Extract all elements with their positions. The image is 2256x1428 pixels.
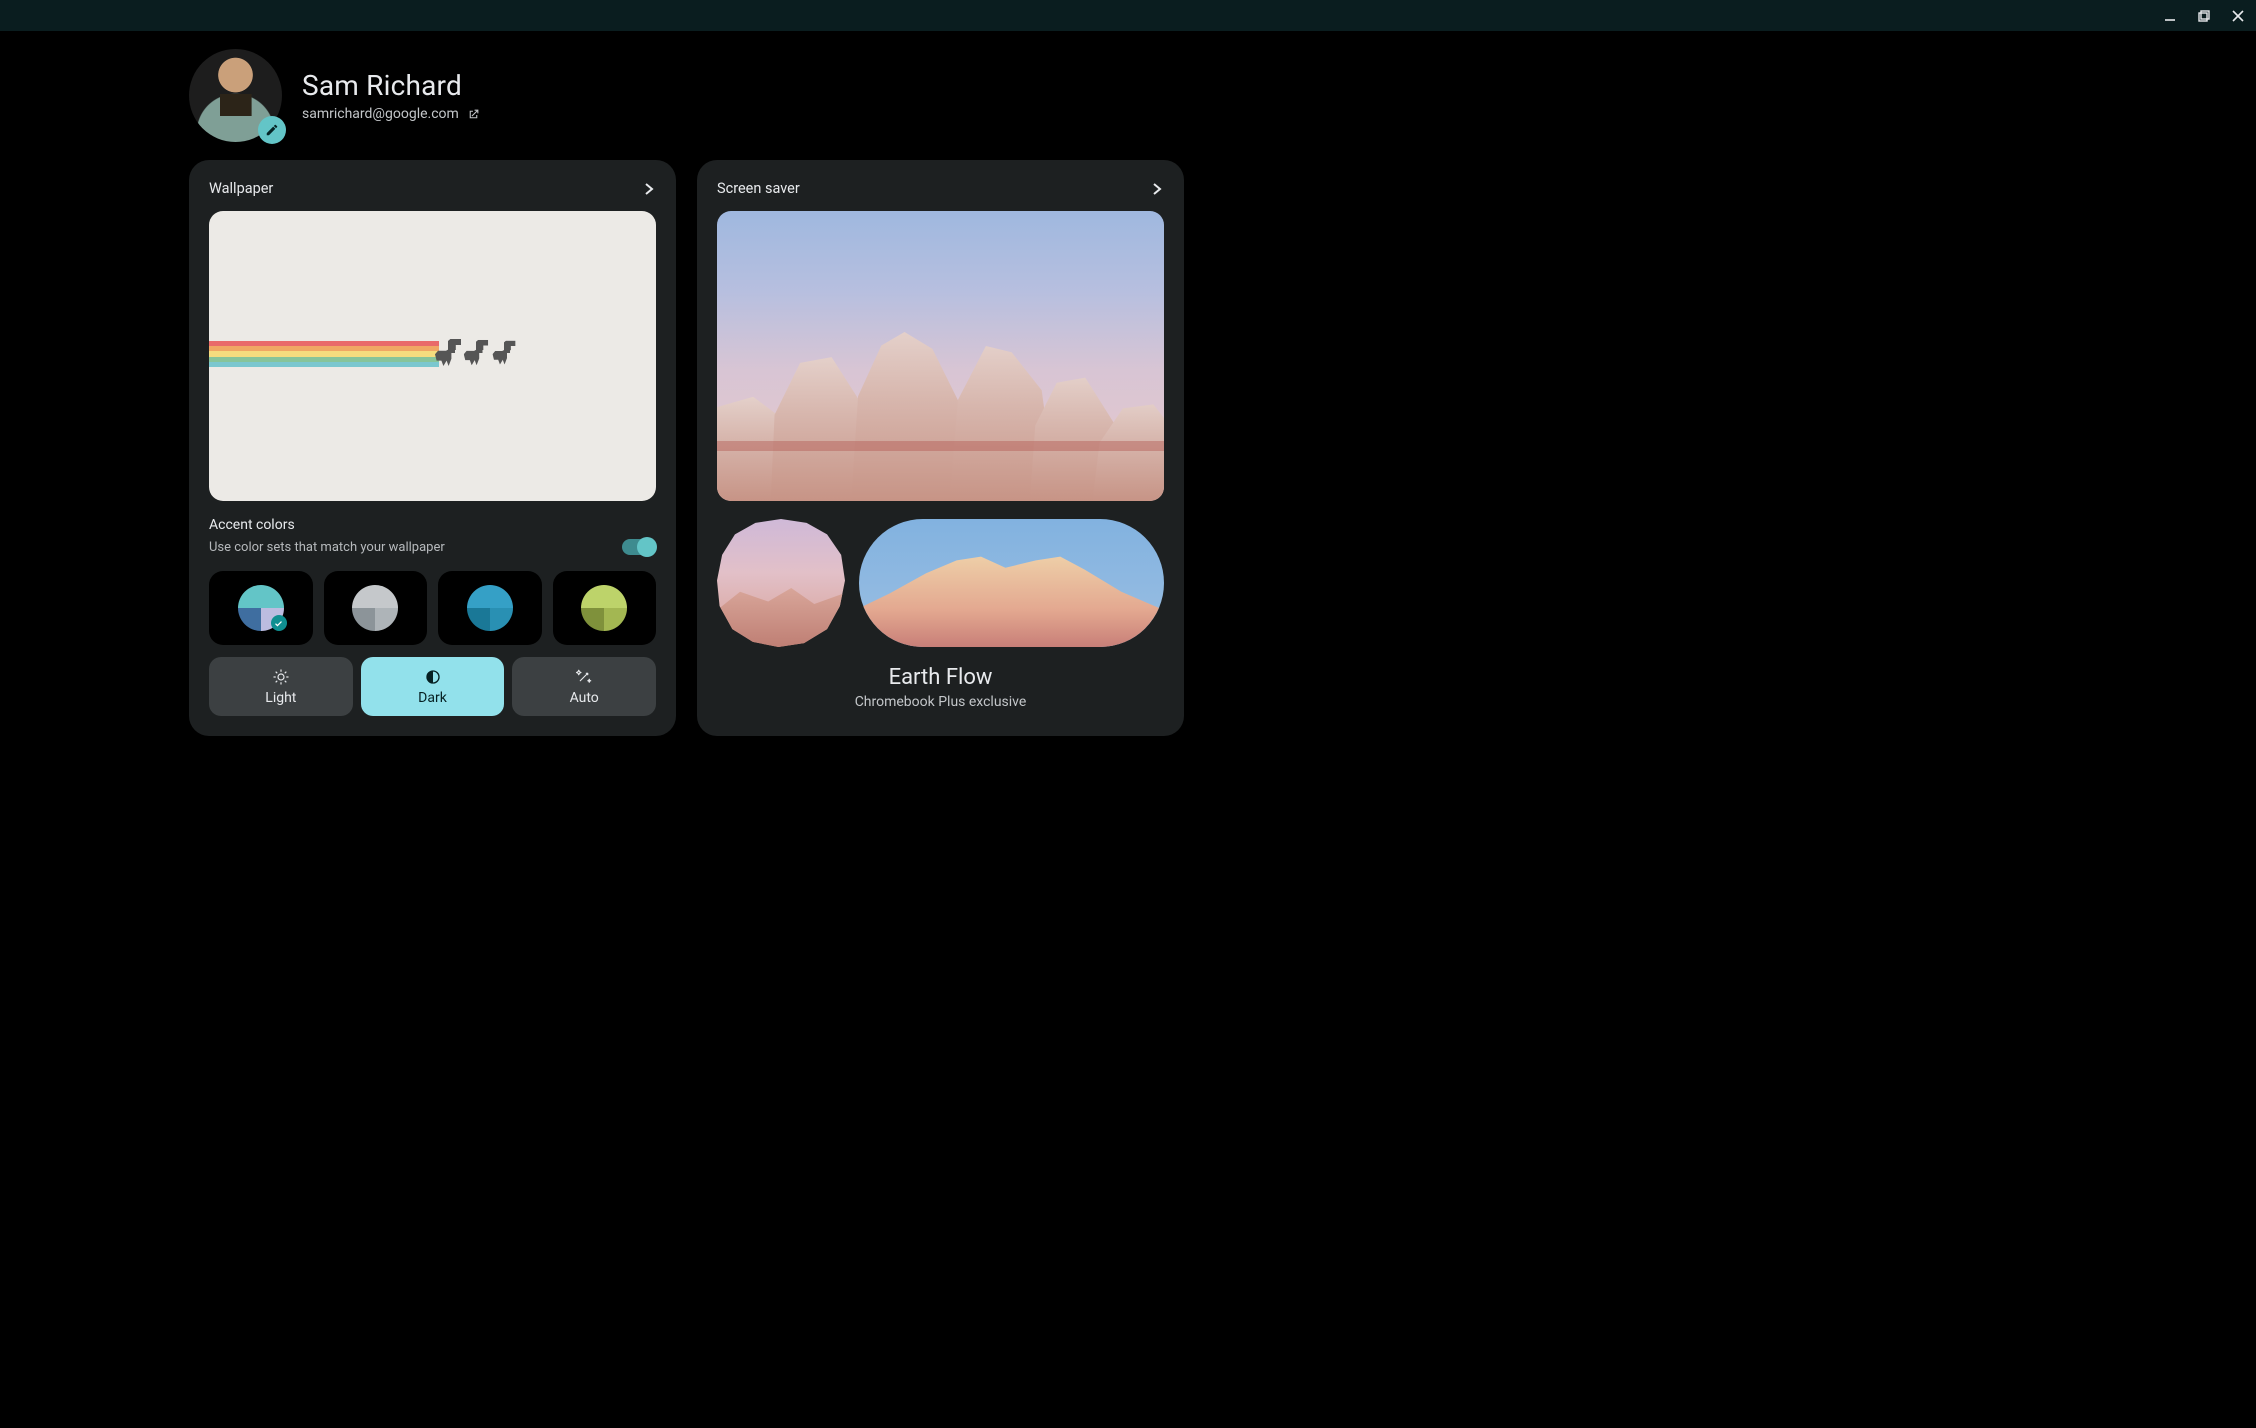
open-in-new-icon (467, 108, 480, 121)
dino-icon (435, 339, 461, 367)
chevron-right-icon (642, 182, 656, 196)
accent-colors-description: Use color sets that match your wallpaper (209, 540, 445, 555)
accent-swatch-1[interactable] (209, 571, 313, 645)
accent-swatch-4[interactable] (553, 571, 657, 645)
dark-mode-icon (424, 668, 442, 686)
profile-header: Sam Richard samrichard@google.com (189, 49, 2256, 142)
screensaver-card: Screen saver (697, 160, 1184, 736)
screensaver-caption-sub: Chromebook Plus exclusive (717, 694, 1164, 710)
dino-row (435, 339, 517, 367)
accent-swatch-3[interactable] (438, 571, 542, 645)
dino-icon (464, 340, 488, 366)
accent-swatch-2[interactable] (324, 571, 428, 645)
profile-email-text: samrichard@google.com (302, 106, 459, 122)
theme-light-button[interactable]: Light (209, 657, 353, 716)
check-icon (271, 615, 287, 631)
avatar[interactable] (189, 49, 282, 142)
rainbow-stripe (209, 341, 439, 367)
auto-fix-icon (575, 668, 593, 686)
chevron-right-icon (1150, 182, 1164, 196)
screensaver-preview[interactable] (717, 211, 1164, 501)
restore-icon[interactable] (2194, 6, 2214, 26)
close-icon[interactable] (2228, 6, 2248, 26)
theme-dark-button[interactable]: Dark (361, 657, 505, 716)
brightness-icon (272, 668, 290, 686)
screensaver-header[interactable]: Screen saver (717, 180, 1164, 197)
theme-auto-button[interactable]: Auto (512, 657, 656, 716)
theme-light-label: Light (265, 690, 296, 706)
screensaver-thumb-pill[interactable] (859, 519, 1164, 647)
screensaver-thumb-round[interactable] (717, 519, 845, 647)
wallpaper-preview[interactable] (209, 211, 656, 501)
dino-icon (493, 341, 516, 366)
profile-email-link[interactable]: samrichard@google.com (302, 106, 480, 122)
accent-colors-toggle[interactable] (622, 539, 656, 555)
profile-name: Sam Richard (302, 69, 480, 102)
theme-dark-label: Dark (418, 690, 447, 706)
screensaver-title: Screen saver (717, 180, 800, 197)
wallpaper-title: Wallpaper (209, 180, 273, 197)
screensaver-caption-title: Earth Flow (717, 665, 1164, 690)
wallpaper-header[interactable]: Wallpaper (209, 180, 656, 197)
window-titlebar (0, 0, 2256, 31)
edit-avatar-button[interactable] (258, 116, 286, 144)
theme-auto-label: Auto (570, 690, 599, 706)
accent-colors-subtitle: Accent colors (209, 517, 656, 533)
accent-swatch-row (209, 571, 656, 645)
wallpaper-card: Wallpaper Accent colors Use color sets t… (189, 160, 676, 736)
minimize-icon[interactable] (2160, 6, 2180, 26)
